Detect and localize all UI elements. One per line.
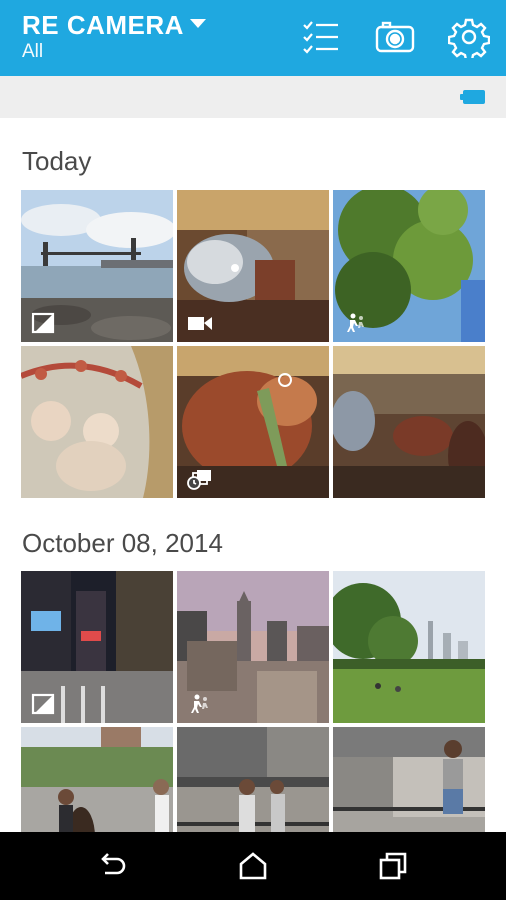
system-nav-bar bbox=[0, 832, 506, 900]
exposure-icon bbox=[31, 693, 57, 715]
checklist-icon[interactable] bbox=[300, 16, 342, 58]
section-date-today: Today bbox=[22, 146, 92, 176]
filter-label: All bbox=[22, 41, 44, 62]
photo-thumbnail[interactable] bbox=[333, 571, 485, 723]
burst-timer-icon bbox=[187, 468, 213, 490]
battery-icon bbox=[460, 90, 485, 104]
photo-thumbnail[interactable] bbox=[333, 190, 485, 342]
photo-thumbnail[interactable] bbox=[177, 571, 329, 723]
back-icon[interactable] bbox=[95, 849, 129, 883]
photo-thumbnail[interactable] bbox=[333, 346, 485, 498]
status-strip bbox=[0, 76, 506, 118]
photo-thumbnail[interactable] bbox=[177, 346, 329, 498]
hyperlapse-icon bbox=[343, 312, 369, 334]
photo-thumbnail[interactable] bbox=[21, 190, 173, 342]
section-date-oct-08-2014: October 08, 2014 bbox=[22, 528, 223, 558]
app-bar: RE CAMERA All bbox=[0, 0, 506, 76]
video-icon bbox=[187, 312, 213, 334]
app-title: RE CAMERA bbox=[22, 10, 184, 40]
chevron-down-icon bbox=[189, 19, 206, 28]
photo-thumbnail[interactable] bbox=[21, 346, 173, 498]
gear-icon[interactable] bbox=[447, 16, 491, 62]
recents-icon[interactable] bbox=[376, 849, 410, 883]
exposure-icon bbox=[31, 312, 57, 334]
hyperlapse-icon bbox=[187, 693, 213, 715]
album-selector[interactable]: RE CAMERA All bbox=[22, 10, 206, 64]
camera-icon[interactable] bbox=[374, 16, 416, 58]
home-icon[interactable] bbox=[236, 849, 270, 883]
photo-thumbnail[interactable] bbox=[21, 571, 173, 723]
photo-thumbnail[interactable] bbox=[177, 190, 329, 342]
